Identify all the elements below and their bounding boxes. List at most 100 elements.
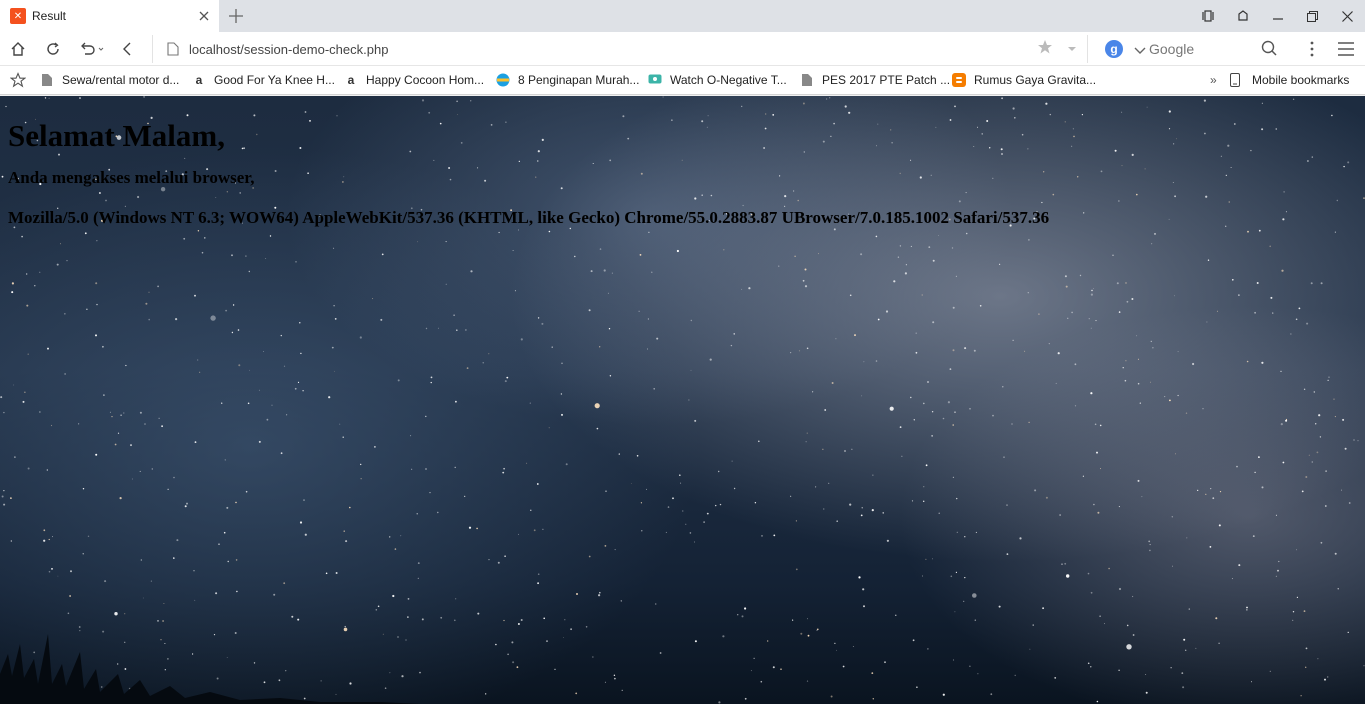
star	[1082, 475, 1084, 477]
star	[830, 695, 833, 698]
star	[1185, 649, 1187, 651]
star	[1219, 491, 1222, 493]
bookmark-item[interactable]: 8 Penginapan Murah...	[496, 73, 648, 87]
restore-icon[interactable]	[1295, 0, 1330, 32]
star	[1228, 201, 1230, 203]
star	[1261, 128, 1264, 131]
star	[520, 619, 523, 621]
search-engine-badge[interactable]: g	[1105, 40, 1123, 58]
star	[901, 455, 903, 457]
star	[1131, 153, 1134, 156]
star	[1177, 351, 1179, 353]
close-icon[interactable]	[1330, 0, 1365, 32]
star	[1318, 414, 1321, 417]
star	[194, 441, 197, 443]
grass-silhouette	[0, 634, 420, 704]
star	[977, 673, 979, 675]
bookmark-item[interactable]: Sewa/rental motor d...	[40, 73, 192, 87]
chevron-down-icon[interactable]	[1134, 44, 1146, 58]
star	[807, 618, 808, 620]
star	[694, 541, 695, 543]
star	[194, 599, 196, 601]
star	[283, 365, 286, 367]
star	[818, 253, 819, 255]
star	[57, 575, 59, 577]
search-input[interactable]: Google	[1149, 41, 1261, 57]
star	[1108, 567, 1110, 570]
star	[339, 423, 341, 425]
mobile-bookmarks[interactable]: Mobile bookmarks	[1228, 73, 1349, 87]
star	[1002, 386, 1004, 388]
bookmark-item[interactable]: Watch O-Negative T...	[648, 73, 800, 87]
star	[667, 506, 670, 508]
star	[245, 255, 247, 257]
extension-icon[interactable]	[1225, 0, 1260, 32]
star	[1114, 149, 1117, 152]
star	[297, 381, 300, 383]
star	[972, 593, 977, 598]
star	[1347, 631, 1349, 634]
star	[1231, 578, 1233, 580]
star	[1186, 537, 1188, 539]
star	[956, 531, 958, 533]
star	[604, 681, 606, 683]
minimize-icon[interactable]	[1260, 0, 1295, 32]
star	[927, 648, 929, 650]
star	[561, 362, 563, 365]
star	[1172, 182, 1174, 183]
star	[197, 359, 199, 361]
star	[639, 254, 642, 256]
star	[26, 304, 29, 307]
star	[875, 235, 878, 238]
bookmark-item[interactable]: a Happy Cocoon Hom...	[344, 73, 496, 87]
more-vertical-icon[interactable]	[1300, 37, 1324, 61]
star	[70, 570, 72, 573]
star	[860, 514, 863, 517]
star	[380, 318, 383, 321]
bookmark-item[interactable]: Rumus Gaya Gravita...	[952, 73, 1210, 87]
browser-info-heading: Anda mengakses melalui browser,	[8, 168, 255, 187]
star	[1028, 421, 1030, 424]
bookmark-item[interactable]: PES 2017 PTE Patch ...	[800, 73, 952, 87]
star	[1172, 565, 1173, 567]
star	[910, 396, 912, 399]
address-bar[interactable]: localhost/session-demo-check.php	[152, 35, 1088, 63]
bookmark-item[interactable]: a Good For Ya Knee H...	[192, 73, 344, 87]
search-icon[interactable]	[1261, 40, 1277, 59]
star	[570, 628, 572, 631]
reload-icon[interactable]	[41, 37, 65, 61]
star	[238, 364, 241, 367]
bookmark-star-icon[interactable]	[10, 72, 26, 88]
undo-icon[interactable]	[76, 37, 108, 61]
blogger-icon	[952, 73, 966, 87]
star	[895, 614, 897, 616]
star	[86, 308, 88, 310]
search-box[interactable]: g Google	[1100, 36, 1285, 62]
star	[1296, 596, 1298, 598]
star	[733, 333, 735, 335]
star	[1205, 195, 1208, 198]
star	[1137, 479, 1140, 482]
star	[299, 521, 303, 524]
star	[760, 680, 763, 683]
star	[1313, 391, 1316, 393]
home-icon[interactable]	[6, 37, 30, 61]
tab-result[interactable]: ✕ Result	[0, 0, 219, 32]
xampp-icon: ✕	[10, 8, 26, 24]
star	[374, 446, 376, 448]
sidebar-icon[interactable]	[1190, 0, 1225, 32]
bookmarks-overflow[interactable]: »	[1210, 73, 1228, 87]
star	[812, 391, 814, 393]
menu-icon[interactable]	[1334, 37, 1358, 61]
star	[96, 303, 98, 306]
star-icon[interactable]	[1037, 39, 1053, 58]
star	[932, 558, 933, 560]
star	[1006, 504, 1008, 506]
chevron-down-icon[interactable]	[1067, 42, 1077, 56]
back-icon[interactable]	[116, 37, 140, 61]
star	[609, 375, 612, 377]
star	[218, 543, 220, 545]
star	[886, 539, 890, 542]
close-icon[interactable]	[197, 9, 211, 23]
plus-icon[interactable]	[226, 6, 246, 26]
